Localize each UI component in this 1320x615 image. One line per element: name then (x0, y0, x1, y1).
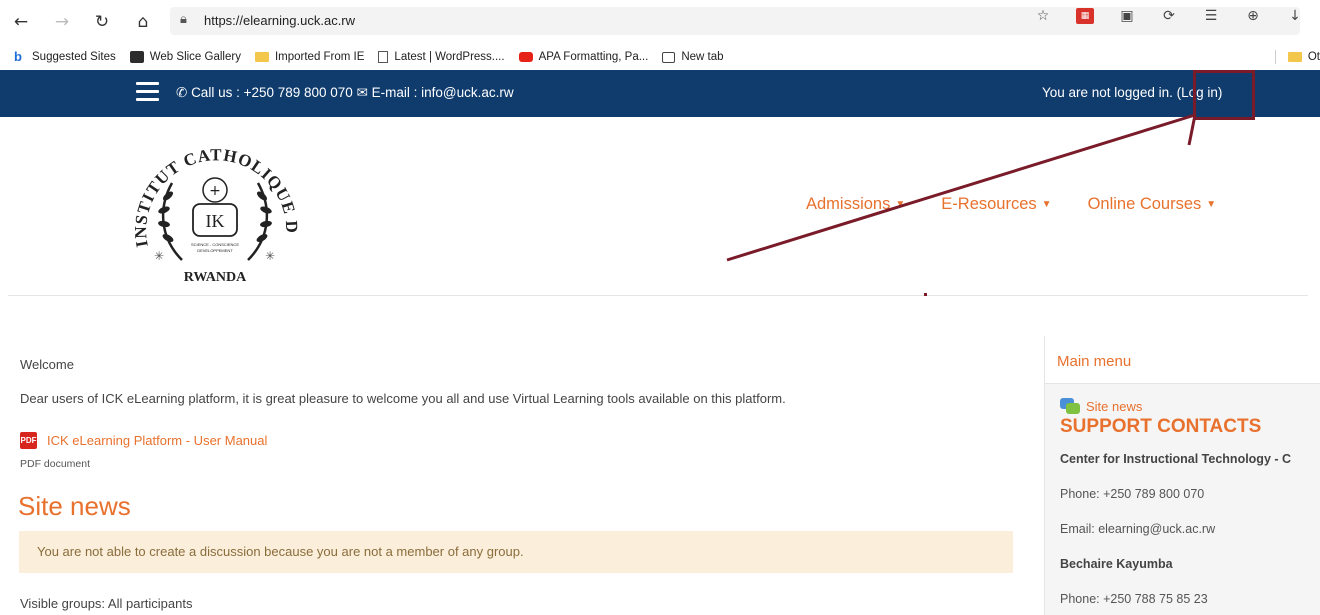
ick-logo: INSTITUT CATHOLIQUE DE KABGAYI + IK SCIE… (120, 128, 300, 285)
bookmark-web-slice-gallery[interactable]: Web Slice Gallery (129, 51, 241, 63)
caret-down-icon: ▼ (895, 199, 906, 210)
caret-down-icon: ▼ (1041, 199, 1052, 210)
hamburger-menu-icon[interactable] (136, 82, 159, 102)
pdf-icon: PDF (20, 432, 37, 449)
welcome-text: Dear users of ICK eLearning platform, it… (20, 391, 786, 406)
forum-icon (1060, 398, 1080, 415)
caret-down-icon: ▼ (1206, 199, 1217, 210)
refresh-icon[interactable]: ↻ (89, 9, 115, 35)
menu-admissions[interactable]: Admissions ▼ (806, 195, 905, 214)
add-favorite-icon[interactable]: ☆ (1034, 8, 1052, 24)
folder-icon (1287, 52, 1302, 62)
logo-motto-1: SCIENCE - CONSCIENCE (191, 242, 239, 247)
bookmark-apa-formatting[interactable]: APA Formatting, Pa... (518, 51, 648, 63)
page-icon (378, 51, 389, 63)
bookmark-new-tab[interactable]: New tab (662, 51, 724, 63)
folder-icon (254, 52, 269, 62)
phone-line-2: Phone: +250 788 75 85 23 (1060, 592, 1208, 606)
visible-groups: Visible groups: All participants (20, 596, 193, 611)
extension-icon[interactable]: ▦ (1076, 8, 1094, 24)
logo-motto-2: DEVELOPPEMENT (197, 248, 233, 253)
bookmark-suggested-sites[interactable]: b Suggested Sites (14, 49, 116, 64)
collections-icon[interactable]: ▣ (1118, 8, 1136, 24)
header-divider (8, 295, 1308, 296)
block-body: Site news SUPPORT CONTACTS Center for In… (1045, 384, 1320, 615)
contact-info: ✆ Call us : +250 789 800 070 ✉ E-mail : … (176, 85, 514, 100)
user-manual-link[interactable]: ICK eLearning Platform - User Manual (47, 433, 267, 448)
pdf-resource: PDF ICK eLearning Platform - User Manual (20, 432, 267, 449)
site-navbar: ✆ Call us : +250 789 800 070 ✉ E-mail : … (0, 70, 1320, 117)
svg-text:+: + (209, 183, 221, 199)
group-alert: You are not able to create a discussion … (19, 531, 1013, 573)
favorites-icon[interactable]: ☰ (1202, 8, 1220, 24)
welcome-heading: Welcome (20, 357, 74, 372)
logo-monogram: IK (206, 211, 225, 231)
center-name: Center for Instructional Technology - C (1060, 452, 1292, 466)
youtube-icon (518, 52, 533, 62)
home-icon[interactable]: ⌂ (130, 9, 156, 35)
bookmarks-bar: b Suggested Sites Web Slice Gallery Impo… (0, 44, 1320, 70)
bookmark-wordpress[interactable]: Latest | WordPress.... (378, 51, 505, 63)
site-news-link[interactable]: Site news (1086, 399, 1142, 414)
support-contacts-title: SUPPORT CONTACTS (1060, 416, 1262, 437)
browser-action-icons: ☆ ▦ ▣ ⟳ ☰ ⊕ ↓ (1034, 8, 1304, 24)
site-news-item[interactable]: Site news (1060, 398, 1142, 415)
contact-person: Bechaire Kayumba (1060, 557, 1173, 571)
lock-icon: 🔒︎ (180, 12, 187, 27)
menu-e-resources[interactable]: E-Resources ▼ (941, 195, 1051, 214)
email-line: Email: elearning@uck.ac.rw (1060, 522, 1216, 536)
svg-text:✳: ✳ (154, 249, 164, 263)
web-slice-icon (129, 51, 144, 63)
url-text[interactable]: https://elearning.uck.ac.rw (204, 13, 355, 28)
block-title: Main menu (1045, 336, 1320, 384)
back-icon[interactable]: ← (8, 9, 34, 35)
tab-actions-icon[interactable]: ⊕ (1244, 8, 1262, 24)
tab-icon (662, 51, 676, 63)
menu-online-courses[interactable]: Online Courses ▼ (1088, 195, 1217, 214)
browser-toolbar: ← → ↻ ⌂ 🔒︎ https://elearning.uck.ac.rw ☆… (0, 0, 1320, 44)
svg-text:✳: ✳ (265, 249, 275, 263)
site-news-heading: Site news (18, 491, 131, 521)
puzzle-icon[interactable]: ⟳ (1160, 8, 1178, 24)
main-menu-block: Main menu Site news SUPPORT CONTACTS Cen… (1044, 336, 1320, 615)
bookmark-separator (1274, 50, 1276, 64)
bing-icon: b (14, 49, 22, 64)
logo-bottom-text: RWANDA (184, 270, 247, 285)
other-favorites[interactable]: Ot (1274, 50, 1320, 64)
download-icon[interactable]: ↓ (1286, 8, 1304, 24)
phone-icon: ✆ (176, 85, 192, 100)
annotation-highlight-box (1193, 70, 1255, 120)
forward-icon[interactable]: → (49, 9, 75, 35)
pdf-meta: PDF document (20, 458, 91, 470)
bookmark-imported-from-ie[interactable]: Imported From IE (254, 51, 364, 63)
phone-line: Phone: +250 789 800 070 (1060, 487, 1205, 501)
main-navigation: Admissions ▼ E-Resources ▼ Online Courses ▼ (806, 195, 1252, 214)
